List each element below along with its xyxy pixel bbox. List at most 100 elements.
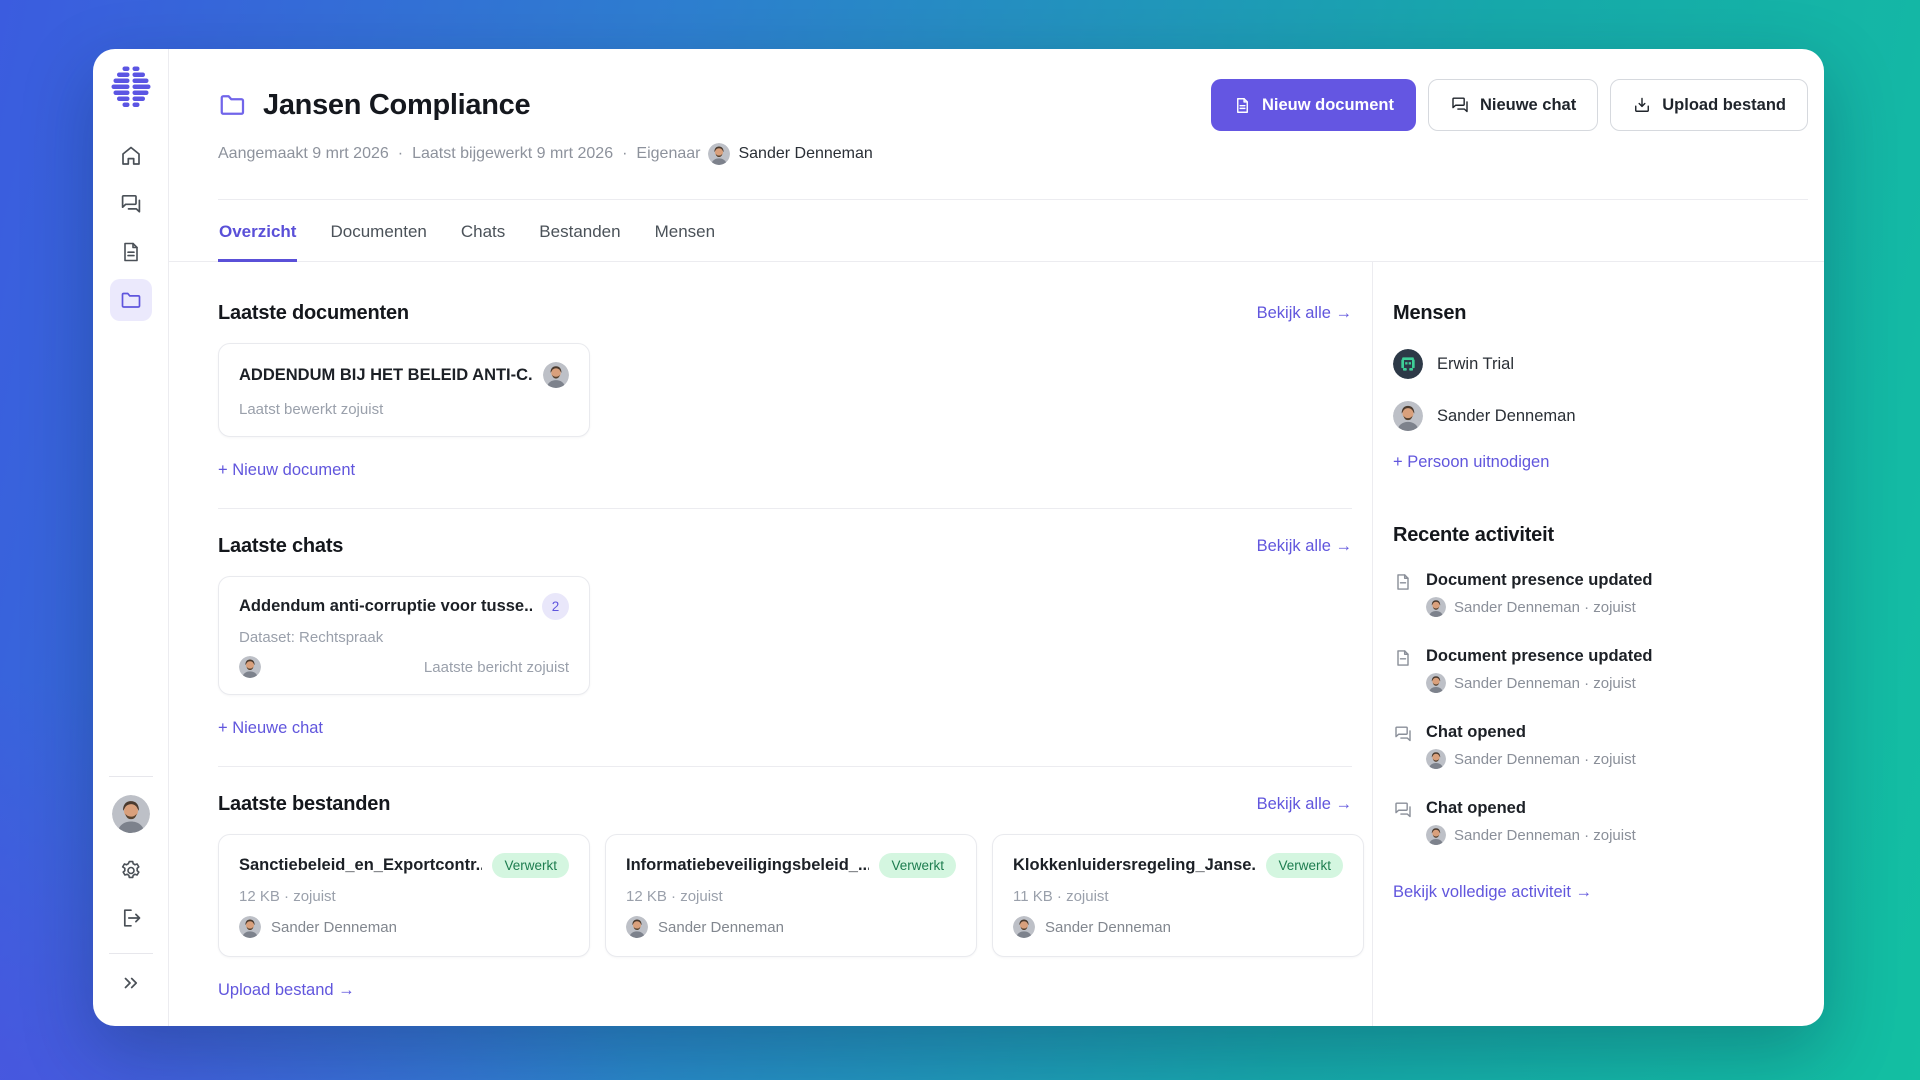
file-meta: 11 KB · zojuist xyxy=(1013,888,1343,905)
tab-documenten[interactable]: Documenten xyxy=(329,200,427,262)
latest-files-section: Laatste bestanden Bekijk alle → Sanctieb… xyxy=(218,793,1352,1000)
new-chat-link[interactable]: + Nieuwe chat xyxy=(218,719,323,738)
page-header: Jansen Compliance Nieuw document Nieuwe … xyxy=(169,49,1824,200)
activity-meta: Sander Denneman · zojuist xyxy=(1454,751,1636,768)
folder-title-icon xyxy=(218,90,248,120)
chats-icon xyxy=(119,192,143,216)
tab-bestanden[interactable]: Bestanden xyxy=(538,200,621,262)
view-all-chats-link[interactable]: Bekijk alle → xyxy=(1257,537,1352,556)
activity-item: Chat opened Sander Denneman · zojuist xyxy=(1393,799,1788,845)
page-meta: Aangemaakt 9 mrt 2026 · Laatst bijgewerk… xyxy=(218,143,1808,199)
file-card[interactable]: Klokkenluidersregeling_Janse... Verwerkt… xyxy=(992,834,1364,957)
file-owner-name: Sander Denneman xyxy=(271,919,397,936)
activity-item: Chat opened Sander Denneman · zojuist xyxy=(1393,723,1788,769)
section-title-documents: Laatste documenten xyxy=(218,302,409,325)
activity-actor-avatar xyxy=(1426,673,1446,693)
file-owner-name: Sander Denneman xyxy=(658,919,784,936)
file-meta: 12 KB · zojuist xyxy=(239,888,569,905)
person-row[interactable]: Sander Denneman xyxy=(1393,401,1788,431)
upload-file-button[interactable]: Upload bestand xyxy=(1610,79,1808,131)
chat-title: Addendum anti-corruptie voor tusse... xyxy=(239,597,532,616)
sidebar-item-home[interactable] xyxy=(110,135,152,177)
upload-icon xyxy=(1632,95,1652,115)
main-area: Jansen Compliance Nieuw document Nieuwe … xyxy=(169,49,1824,1026)
file-name: Informatiebeveiligingsbeleid_... xyxy=(626,856,869,875)
section-title-chats: Laatste chats xyxy=(218,535,343,558)
user-avatar[interactable] xyxy=(112,795,150,833)
recent-activity-section: Recente activiteit Document presence upd… xyxy=(1393,524,1788,902)
activity-title: Document presence updated xyxy=(1426,571,1652,590)
latest-chats-section: Laatste chats Bekijk alle → Addendum ant… xyxy=(218,535,1352,738)
activity-actor-avatar xyxy=(1426,597,1446,617)
activity-item: Document presence updated Sander Dennema… xyxy=(1393,571,1788,617)
invite-person-link[interactable]: + Persoon uitnodigen xyxy=(1393,453,1549,472)
file-meta: 12 KB · zojuist xyxy=(626,888,956,905)
tab-chats[interactable]: Chats xyxy=(460,200,506,262)
tab-mensen[interactable]: Mensen xyxy=(654,200,716,262)
logout-button[interactable] xyxy=(110,897,152,939)
tab-overzicht[interactable]: Overzicht xyxy=(218,200,297,262)
activity-title: Chat opened xyxy=(1426,799,1636,818)
sidebar-item-chats[interactable] xyxy=(110,183,152,225)
owner-name: Sander Denneman xyxy=(738,145,872,163)
documents-icon xyxy=(119,240,143,264)
upload-file-link[interactable]: Upload bestand → xyxy=(218,981,355,1000)
chevrons-right-icon xyxy=(119,971,143,995)
chat-dataset: Dataset: Rechtspraak xyxy=(239,629,569,646)
owner-label: Eigenaar xyxy=(636,145,700,163)
sidebar-item-documents[interactable] xyxy=(110,231,152,273)
owner: Eigenaar Sander Denneman xyxy=(636,143,872,165)
activity-item: Document presence updated Sander Dennema… xyxy=(1393,647,1788,693)
section-title-files: Laatste bestanden xyxy=(218,793,390,816)
chat-icon xyxy=(1450,95,1470,115)
new-document-link[interactable]: + Nieuw document xyxy=(218,461,355,480)
person-name: Erwin Trial xyxy=(1437,355,1514,374)
sidebar-divider xyxy=(109,953,153,954)
updated-date: Laatst bijgewerkt 9 mrt 2026 xyxy=(412,145,613,163)
chat-icon xyxy=(1393,724,1413,769)
view-all-files-link[interactable]: Bekijk alle → xyxy=(1257,795,1352,814)
sidebar xyxy=(93,49,169,1026)
app-logo[interactable] xyxy=(109,65,153,109)
gear-icon xyxy=(119,858,143,882)
chat-last-message-time: Laatste bericht zojuist xyxy=(424,659,569,676)
view-all-documents-link[interactable]: Bekijk alle → xyxy=(1257,304,1352,323)
new-document-button[interactable]: Nieuw document xyxy=(1211,79,1416,131)
sidebar-divider xyxy=(109,776,153,777)
status-badge: Verwerkt xyxy=(879,853,956,878)
document-card[interactable]: ADDENDUM BIJ HET BELEID ANTI-C... Laatst… xyxy=(218,343,590,437)
document-last-edited: Laatst bewerkt zojuist xyxy=(239,401,569,418)
file-owner-avatar xyxy=(626,916,648,938)
robot-avatar xyxy=(1393,349,1423,379)
file-owner-name: Sander Denneman xyxy=(1045,919,1171,936)
activity-meta: Sander Denneman · zojuist xyxy=(1454,675,1636,692)
activity-meta: Sander Denneman · zojuist xyxy=(1454,827,1636,844)
file-card[interactable]: Informatiebeveiligingsbeleid_... Verwerk… xyxy=(605,834,977,957)
person-row[interactable]: Erwin Trial xyxy=(1393,349,1788,379)
document-icon xyxy=(1393,572,1413,617)
chat-participant-avatar xyxy=(239,656,261,678)
unread-count-badge: 2 xyxy=(542,593,569,620)
tab-bar: Overzicht Documenten Chats Bestanden Men… xyxy=(169,200,1824,262)
home-icon xyxy=(119,144,143,168)
photo-avatar xyxy=(1393,401,1423,431)
file-owner-avatar xyxy=(1013,916,1035,938)
people-section: Mensen xyxy=(1393,302,1788,472)
section-divider xyxy=(218,766,1352,767)
new-chat-button[interactable]: Nieuwe chat xyxy=(1428,79,1598,131)
section-title-people: Mensen xyxy=(1393,302,1788,325)
status-badge: Verwerkt xyxy=(1266,853,1343,878)
activity-actor-avatar xyxy=(1426,825,1446,845)
logout-icon xyxy=(119,906,143,930)
document-icon xyxy=(1393,648,1413,693)
sidebar-item-folder[interactable] xyxy=(110,279,152,321)
view-full-activity-link[interactable]: Bekijk volledige activiteit → xyxy=(1393,883,1592,902)
workspace-window: Jansen Compliance Nieuw document Nieuwe … xyxy=(93,49,1824,1026)
status-badge: Verwerkt xyxy=(492,853,569,878)
activity-meta: Sander Denneman · zojuist xyxy=(1454,599,1636,616)
file-card[interactable]: Sanctiebeleid_en_Exportcontr... Verwerkt… xyxy=(218,834,590,957)
file-owner-avatar xyxy=(239,916,261,938)
collapse-sidebar-button[interactable] xyxy=(110,962,152,1004)
chat-card[interactable]: Addendum anti-corruptie voor tusse... 2 … xyxy=(218,576,590,695)
settings-button[interactable] xyxy=(110,849,152,891)
